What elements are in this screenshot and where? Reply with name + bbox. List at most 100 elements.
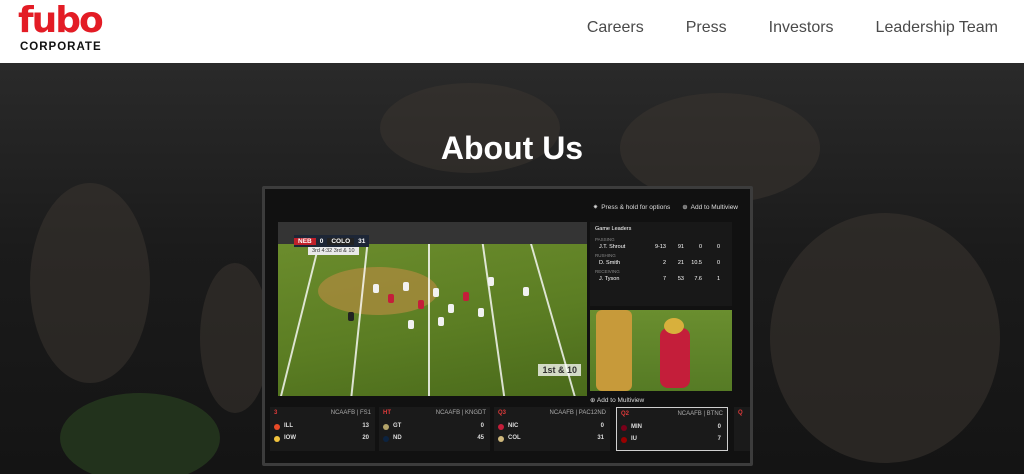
page-title: About Us — [440, 130, 584, 166]
game-network: NCAAFB | BTNC — [677, 411, 723, 417]
away-team: COLO — [327, 237, 355, 245]
team-score: 31 — [597, 435, 604, 441]
game-period: Q3 — [498, 410, 507, 416]
background-people — [30, 183, 150, 383]
main-nav: Careers Press Investors Leadership Team — [587, 19, 998, 37]
leader-category: RUSHING — [595, 253, 616, 258]
multiview-mini-player[interactable] — [590, 310, 732, 391]
team-logo-icon — [621, 425, 627, 431]
team-score: 13 — [362, 423, 369, 429]
team-score: 0 — [480, 423, 484, 429]
leader-stat: 9-13 — [654, 244, 666, 250]
fubo-corporate-logo[interactable]: fubo CORPORATE — [18, 0, 104, 54]
press-hold-hint: ✷ Press & hold for options — [592, 204, 671, 211]
team-name: MIN — [631, 424, 642, 430]
player — [418, 300, 424, 309]
leader-stat: 7 — [662, 276, 666, 282]
game-network: NCAAFB | FS1 — [330, 410, 371, 416]
leader-row: RUSHING D. Smith 2 21 10.5 0 — [590, 252, 732, 268]
referee — [348, 312, 354, 321]
player — [433, 288, 439, 297]
team-name: ND — [393, 435, 402, 441]
game-period: HT — [383, 410, 391, 416]
game-period: 3 — [274, 410, 278, 416]
leader-stat: 53 — [677, 276, 684, 282]
logo-subtitle: CORPORATE — [20, 41, 102, 53]
hero-banner: About Us ✷ Press & hold for options ⊕ Add … — [0, 63, 1024, 474]
yard-line — [278, 244, 320, 396]
leader-stat: 0 — [716, 260, 720, 266]
tv-top-bar: ✷ Press & hold for options ⊕ Add to Multiv… — [593, 203, 738, 211]
leader-stat: 10.5 — [691, 260, 702, 266]
score-card[interactable]: 3 NCAAFB | FS1 ILL 13 IOW 20 — [270, 407, 375, 451]
leader-name: J.T. Shrout — [599, 244, 626, 250]
player — [523, 287, 529, 296]
team-logo-icon — [274, 424, 280, 430]
score-card-selected[interactable]: Q2 NCAAFB | BTNC MIN 0 IU 7 — [616, 407, 728, 451]
leader-row: RECEIVING J. Tyson 7 53 7.6 1 — [590, 268, 732, 284]
nav-leadership-team[interactable]: Leadership Team — [876, 19, 998, 37]
team-logo-icon — [498, 424, 504, 430]
team-logo-icon — [383, 424, 389, 430]
leader-stat: 0 — [698, 244, 702, 250]
leader-stat: 0 — [716, 244, 720, 250]
player — [403, 282, 409, 291]
player-closeup — [660, 318, 690, 388]
leader-stat: 1 — [716, 276, 720, 282]
team-score: 45 — [477, 435, 484, 441]
game-leaders-title: Game Leaders — [595, 226, 632, 232]
team-name: GT — [393, 423, 402, 429]
tv-screen: ✷ Press & hold for options ⊕ Add to Multiv… — [262, 186, 753, 466]
settings-icon: ✷ — [592, 204, 599, 211]
team-logo-icon — [383, 436, 389, 442]
player — [373, 284, 379, 293]
team-name: NIC — [508, 423, 519, 429]
plus-circle-icon: ⊕ — [682, 204, 688, 211]
down-marker: 1st & 10 — [538, 364, 581, 376]
background-plant — [60, 393, 220, 474]
leader-row: PASSING J.T. Shrout 9-13 91 0 0 — [590, 236, 732, 252]
game-period: Q2 — [621, 411, 630, 417]
team-score: 20 — [362, 435, 369, 441]
team-logo-icon — [498, 436, 504, 442]
team-name: ILL — [284, 423, 293, 429]
score-card[interactable]: HT NCAAFB | KNGDT GT 0 ND 45 — [379, 407, 490, 451]
player — [438, 317, 444, 326]
nav-investors[interactable]: Investors — [769, 19, 834, 37]
score-card[interactable]: Q3 NCAAFB | PAC12ND NIC 0 COL 31 — [494, 407, 610, 451]
leader-category: RECEIVING — [595, 269, 620, 274]
player — [478, 308, 484, 317]
leader-category: PASSING — [595, 237, 615, 242]
score-card-partial[interactable]: Q — [734, 407, 750, 451]
player — [488, 277, 494, 286]
team-score: 0 — [600, 423, 604, 429]
add-multiview-button[interactable]: ⊕ Add to Multiview — [590, 396, 644, 404]
leader-stat: 2 — [662, 260, 666, 266]
yard-line — [428, 244, 430, 396]
add-multiview-top[interactable]: ⊕ Add to Multiview — [682, 203, 738, 211]
player-closeup — [596, 310, 632, 391]
game-network: NCAAFB | PAC12ND — [549, 410, 606, 416]
scorebug: NEB 0 COLO 31 3rd 4:32 3rd & 10 — [294, 235, 370, 255]
nav-careers[interactable]: Careers — [587, 19, 644, 37]
logo-wordmark: fubo — [18, 0, 104, 41]
football-broadcast: NEB 0 COLO 31 3rd 4:32 3rd & 10 1st & 10 — [278, 222, 587, 396]
site-header: fubo CORPORATE Careers Press Investors L… — [0, 0, 1024, 63]
leader-stat: 91 — [677, 244, 684, 250]
game-clock: 3rd 4:32 3rd & 10 — [308, 247, 359, 255]
home-team: NEB — [294, 237, 316, 245]
player — [388, 294, 394, 303]
team-score: 7 — [717, 436, 721, 442]
nav-press[interactable]: Press — [686, 19, 727, 37]
leader-name: J. Tyson — [599, 276, 620, 282]
player — [408, 320, 414, 329]
team-score: 0 — [717, 424, 721, 430]
game-period: Q — [738, 410, 743, 416]
leader-stat: 21 — [677, 260, 684, 266]
team-name: IU — [631, 436, 637, 442]
background-people — [200, 263, 270, 413]
game-network: NCAAFB | KNGDT — [435, 410, 486, 416]
player — [448, 304, 454, 313]
yard-line — [481, 244, 507, 396]
player — [463, 292, 469, 301]
